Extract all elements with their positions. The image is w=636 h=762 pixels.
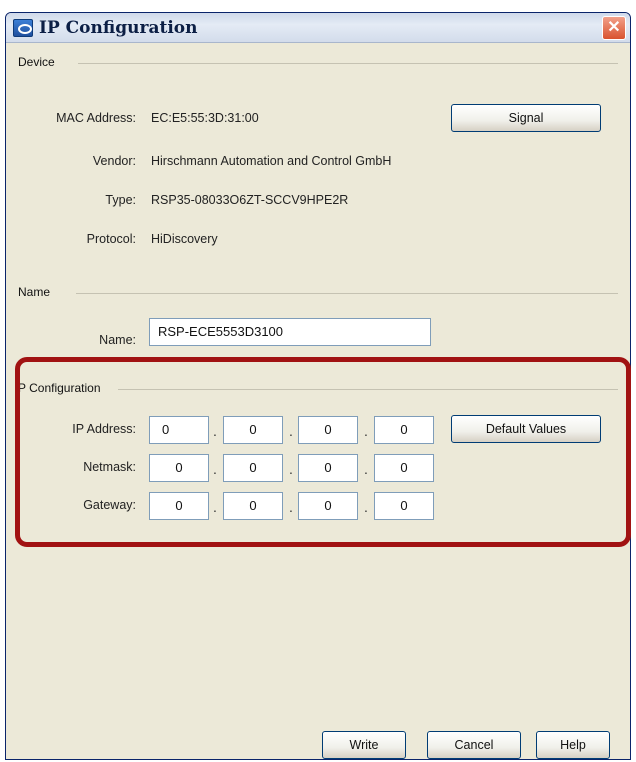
name-input[interactable]: RSP-ECE5553D3100 <box>149 318 431 346</box>
vendor-value: Hirschmann Automation and Control GmbH <box>151 154 392 168</box>
help-button[interactable]: Help <box>536 731 610 759</box>
name-label: Name: <box>99 333 136 347</box>
device-separator <box>78 63 618 64</box>
signal-button[interactable]: Signal <box>451 104 601 132</box>
mac-address-label: MAC Address: <box>56 111 136 125</box>
close-icon: ✕ <box>607 19 621 36</box>
title-bar[interactable]: IP Configuration ✕ <box>6 13 630 43</box>
window-title: IP Configuration <box>39 18 198 38</box>
type-label: Type: <box>105 193 136 207</box>
highlight-annotation <box>15 357 631 547</box>
network-eye-icon <box>13 19 33 37</box>
close-button[interactable]: ✕ <box>602 16 626 40</box>
cancel-button[interactable]: Cancel <box>427 731 521 759</box>
mac-address-value: EC:E5:55:3D:31:00 <box>151 111 259 125</box>
type-value: RSP35-08033O6ZT-SCCV9HPE2R <box>151 193 349 207</box>
protocol-value: HiDiscovery <box>151 232 218 246</box>
device-section-label: Device <box>18 55 55 69</box>
name-separator <box>76 293 618 294</box>
protocol-label: Protocol: <box>86 232 136 246</box>
vendor-label: Vendor: <box>92 154 136 168</box>
name-section-label: Name <box>18 285 51 299</box>
write-button[interactable]: Write <box>322 731 406 759</box>
